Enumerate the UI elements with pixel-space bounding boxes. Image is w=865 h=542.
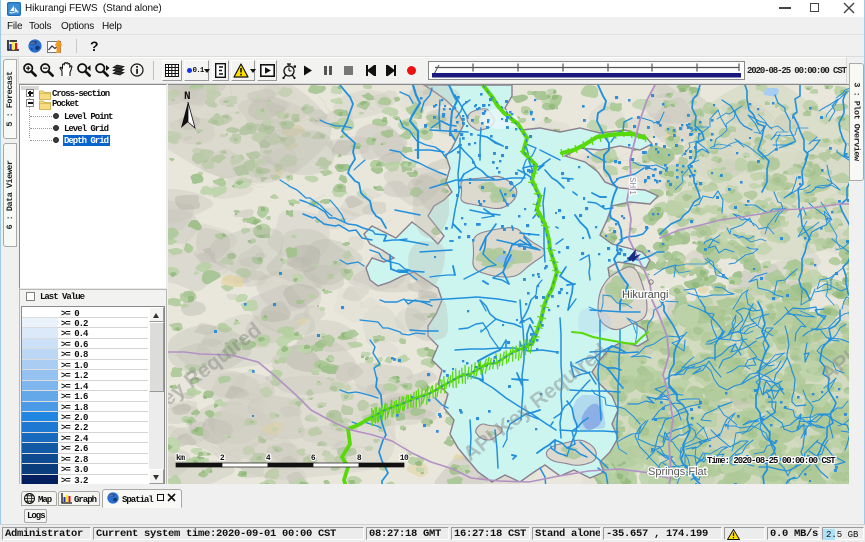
svg-text:Time: 2020-08-25 00:00:00 CST: Time: 2020-08-25 00:00:00 CST <box>707 456 836 466</box>
svg-text:Hikurangi: Hikurangi <box>622 289 668 301</box>
svg-text:10: 10 <box>400 454 409 463</box>
svg-text:Springs Flat: Springs Flat <box>648 466 707 478</box>
svg-text:N: N <box>184 91 191 103</box>
svg-text:km: km <box>176 454 185 463</box>
svg-text:SH 1: SH 1 <box>628 177 637 195</box>
